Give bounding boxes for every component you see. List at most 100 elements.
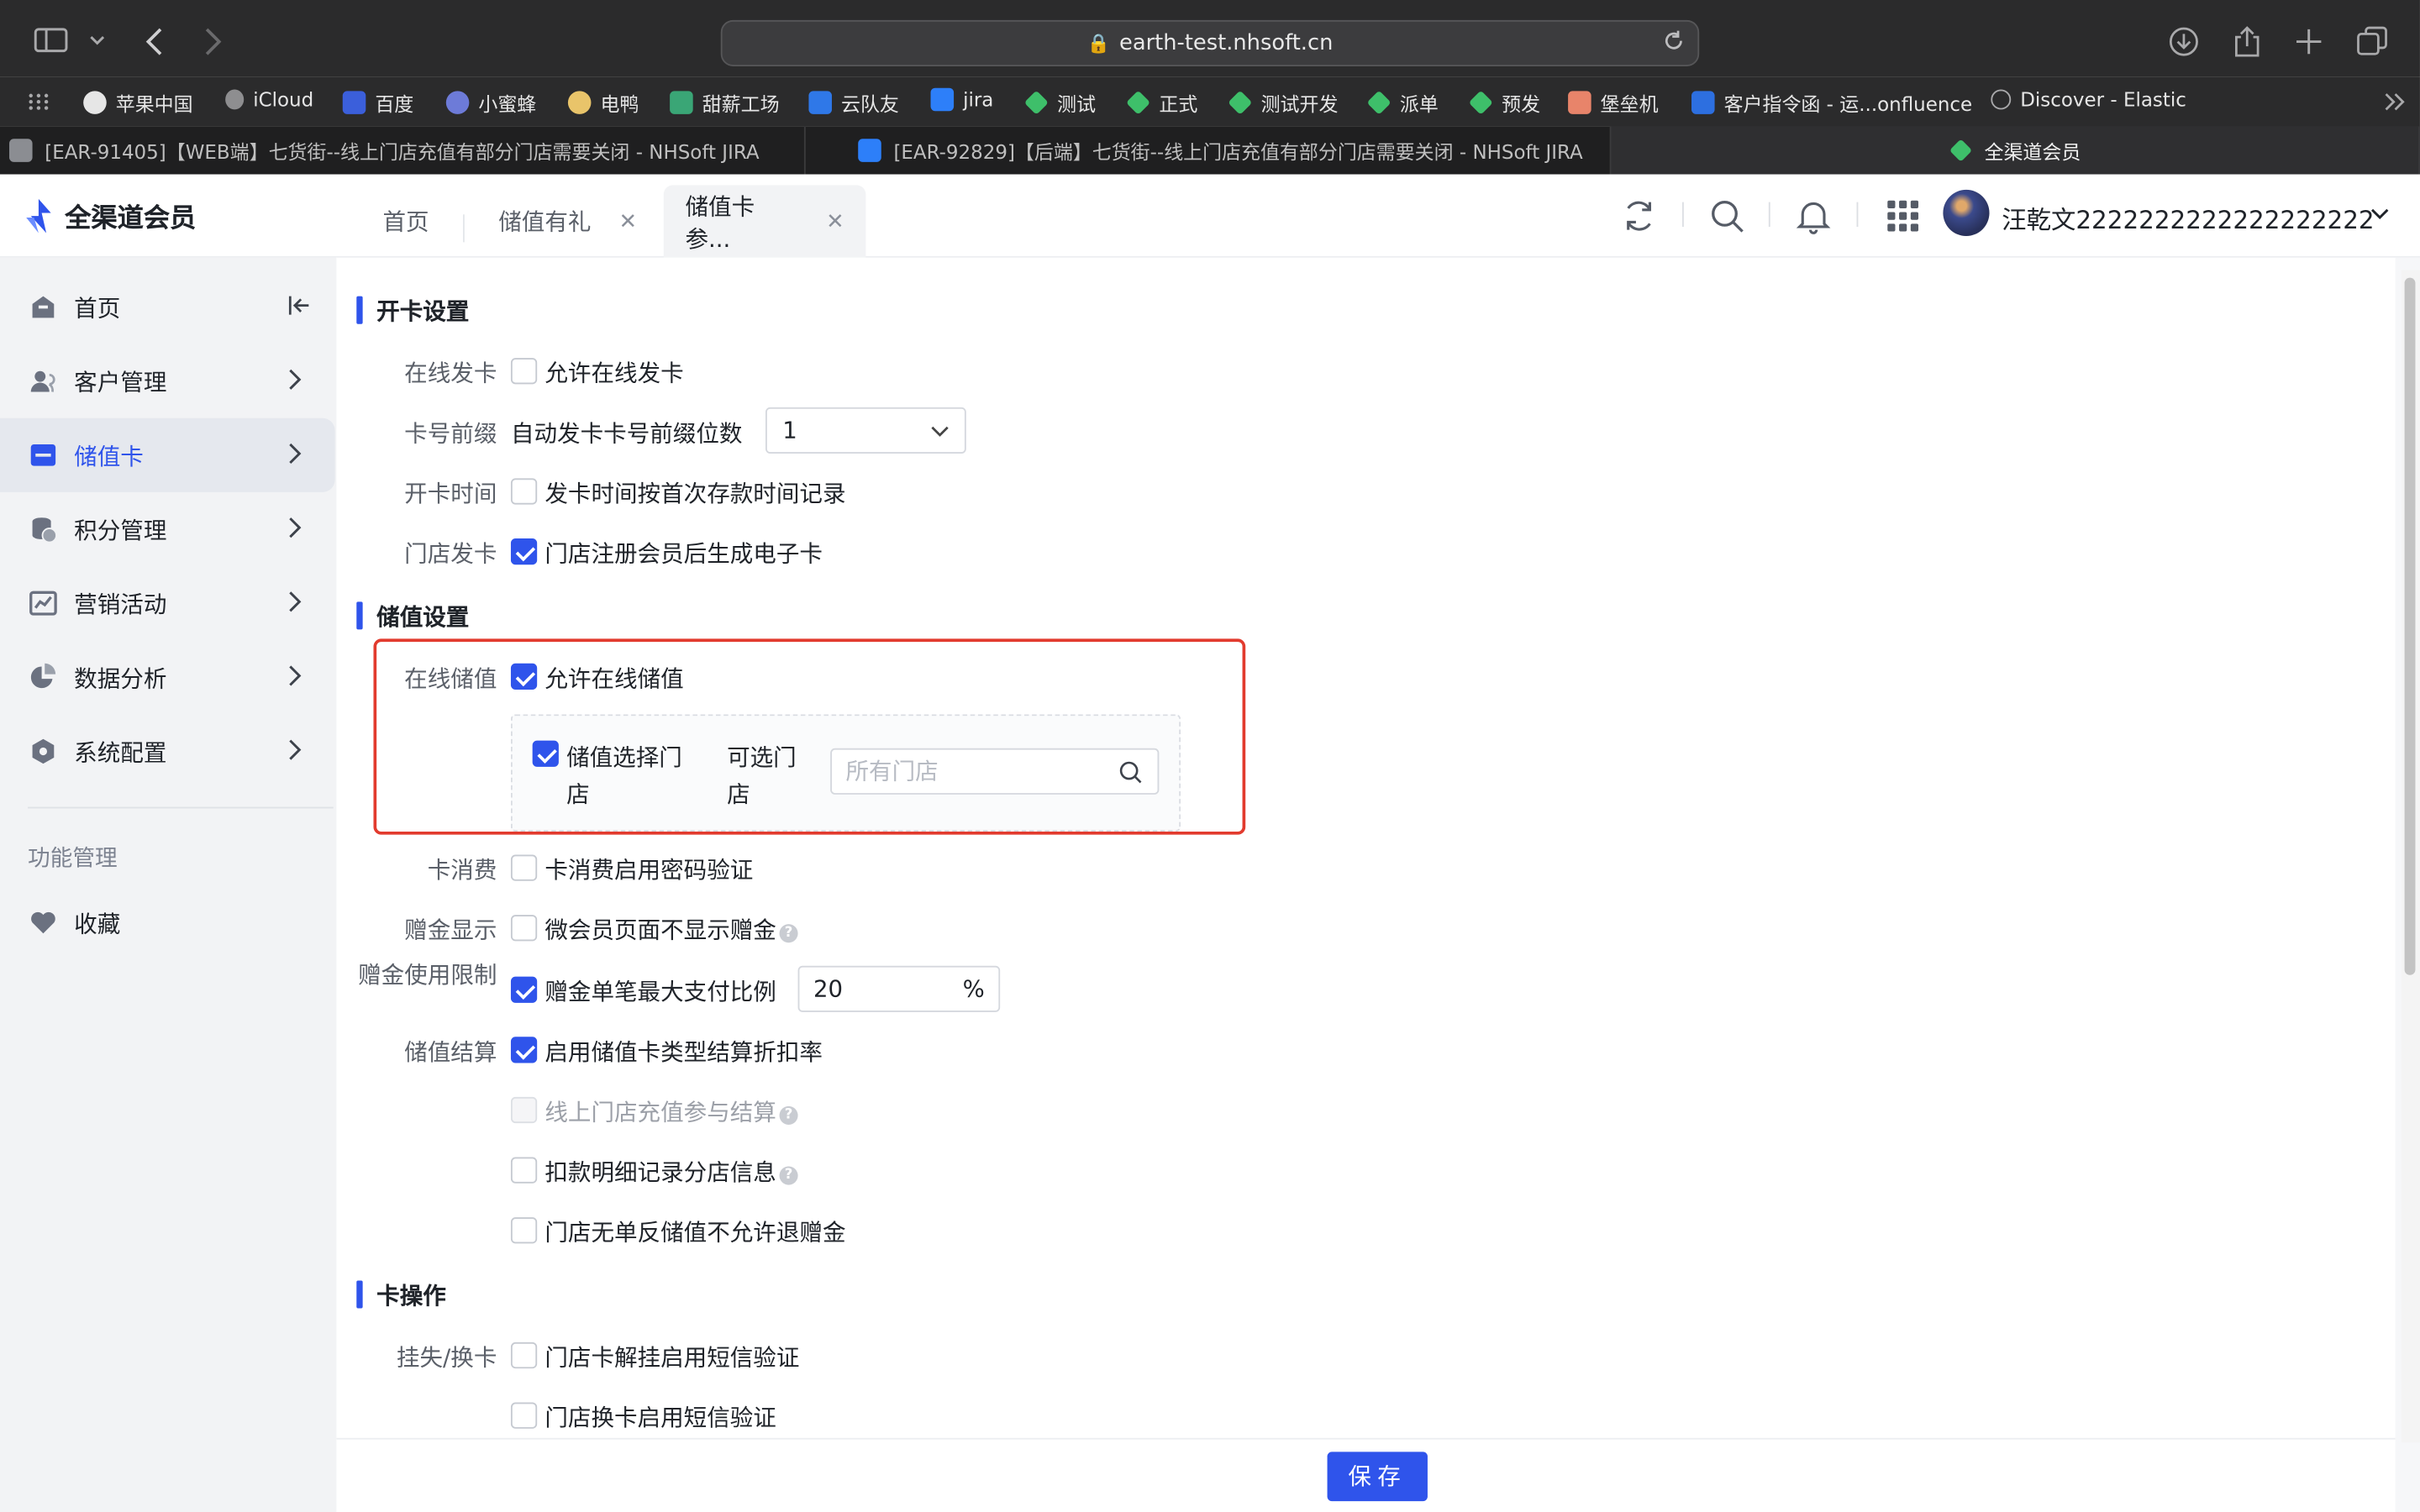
store-issue-checkbox[interactable] bbox=[510, 538, 538, 565]
gift-display-checkbox[interactable] bbox=[510, 915, 538, 942]
search-icon[interactable] bbox=[1118, 759, 1144, 785]
tab-stored-gift[interactable]: 储值有礼 ✕ bbox=[498, 185, 637, 257]
deduct-branch-checkbox[interactable] bbox=[510, 1157, 538, 1184]
open-time-label: 开卡时间 bbox=[404, 480, 497, 508]
sidebar-item-favorites[interactable]: 收藏 bbox=[0, 885, 336, 959]
bookmark-apple-china[interactable]: 苹果中国 bbox=[83, 88, 193, 118]
address-bar[interactable]: 🔒 earth-test.nhsoft.cn bbox=[720, 19, 1700, 66]
sidebar-item-marketing[interactable]: 营销活动 bbox=[0, 566, 336, 640]
bookmark-test-dev[interactable]: 测试开发 bbox=[1228, 88, 1338, 118]
close-icon[interactable]: ✕ bbox=[826, 209, 844, 234]
percent-suffix: % bbox=[962, 974, 985, 1003]
forward-icon[interactable] bbox=[203, 28, 222, 55]
settings-panel: 开卡设置 在线发卡 允许在线发卡 卡号前缀 自动发卡卡号前缀位数 1 开卡时间 … bbox=[336, 257, 2396, 1440]
app-header: 全渠道会员 首页 储值有礼 ✕ 储值卡参... ✕ 汪乾文22222222222… bbox=[0, 174, 2420, 258]
header-divider bbox=[1682, 202, 1684, 227]
avatar[interactable] bbox=[1943, 189, 1990, 237]
sidebar-item-customers[interactable]: 客户管理 bbox=[0, 344, 336, 418]
search-icon[interactable] bbox=[1707, 196, 1747, 236]
back-icon[interactable] bbox=[145, 28, 164, 55]
download-icon[interactable] bbox=[2169, 26, 2200, 57]
user-icon bbox=[30, 370, 55, 392]
bookmark-tianxin[interactable]: 甜薪工场 bbox=[670, 88, 780, 118]
gift-display-text[interactable]: 微会员页面不显示赠金? bbox=[544, 913, 798, 946]
bookmark-icloud[interactable]: iCloud bbox=[225, 88, 313, 111]
online-recharge-settle-checkbox[interactable] bbox=[510, 1096, 538, 1124]
refresh-icon[interactable] bbox=[1619, 196, 1660, 236]
no-refund-gift-checkbox[interactable] bbox=[510, 1217, 538, 1244]
sidebar-item-home[interactable]: 首页 bbox=[0, 270, 336, 344]
save-button[interactable]: 保存 bbox=[1327, 1452, 1428, 1502]
settle-discount-text[interactable]: 启用储值卡类型结算折扣率 bbox=[544, 1035, 823, 1068]
share-icon[interactable] bbox=[2233, 24, 2261, 58]
sidebar-item-analytics[interactable]: 数据分析 bbox=[0, 640, 336, 714]
open-time-checkbox[interactable] bbox=[510, 478, 538, 505]
unlock-sms-text[interactable]: 门店卡解挂启用短信验证 bbox=[544, 1341, 799, 1373]
replace-sms-text[interactable]: 门店换卡启用短信验证 bbox=[544, 1401, 776, 1434]
help-icon[interactable]: ? bbox=[779, 924, 798, 943]
browser-tab-jira-web[interactable]: [EAR-91405]【WEB端】七货街--线上门店充值有部分门店需要关闭 - … bbox=[0, 126, 806, 175]
select-store-text[interactable]: 储值选择门店 bbox=[566, 739, 699, 813]
apps-grid-icon[interactable] bbox=[1883, 196, 1923, 236]
bookmark-test[interactable]: 测试 bbox=[1023, 88, 1096, 118]
bookmark-prerelease[interactable]: 预发 bbox=[1468, 88, 1540, 118]
sidebar-toggle-icon[interactable] bbox=[34, 28, 68, 53]
bookmark-dianya[interactable]: 电鸭 bbox=[567, 88, 639, 118]
no-refund-gift-text[interactable]: 门店无单反储值不允许退赠金 bbox=[544, 1215, 845, 1248]
browser-tab-active[interactable]: 全渠道会员 bbox=[1611, 126, 2420, 175]
bell-icon[interactable] bbox=[1793, 196, 1833, 236]
username[interactable]: 汪乾文2222222222222222222 bbox=[2002, 199, 2374, 236]
deduct-branch-text[interactable]: 扣款明细记录分店信息? bbox=[544, 1156, 798, 1189]
online-issue-checkbox[interactable] bbox=[510, 358, 538, 385]
card-consume-checkbox[interactable] bbox=[510, 854, 538, 881]
bookmark-jira[interactable]: jira bbox=[930, 87, 993, 112]
select-store-checkbox[interactable] bbox=[532, 740, 559, 767]
online-stored-checkbox[interactable] bbox=[510, 663, 538, 690]
chevron-down-icon[interactable] bbox=[90, 34, 105, 46]
help-icon[interactable]: ? bbox=[779, 1166, 798, 1185]
header-divider bbox=[1768, 202, 1770, 227]
content-scrollbar[interactable] bbox=[2401, 270, 2420, 1443]
scrollbar-thumb[interactable] bbox=[2404, 277, 2416, 975]
gift-limit-checkbox[interactable] bbox=[510, 976, 538, 1003]
open-time-text[interactable]: 发卡时间按首次存款时间记录 bbox=[544, 477, 845, 510]
card-consume-text[interactable]: 卡消费启用密码验证 bbox=[544, 853, 753, 886]
bookmark-baidu[interactable]: 百度 bbox=[342, 88, 413, 118]
bookmark-dispatch[interactable]: 派单 bbox=[1366, 88, 1439, 118]
tab-card-params[interactable]: 储值卡参... ✕ bbox=[663, 185, 866, 258]
sidebar-item-stored-card[interactable]: 储值卡 bbox=[0, 417, 335, 492]
more-bookmarks-icon[interactable] bbox=[2385, 92, 2407, 111]
tab-home[interactable]: 首页 bbox=[383, 185, 429, 257]
settle-label: 储值结算 bbox=[404, 1038, 497, 1067]
browser-tab-jira-backend[interactable]: [EAR-92829]【后端】七货街--线上门店充值有部分门店需要关闭 - NH… bbox=[806, 126, 1612, 175]
gift-limit-input[interactable]: 20 % bbox=[797, 965, 1001, 1012]
online-issue-text[interactable]: 允许在线发卡 bbox=[544, 356, 683, 389]
online-stored-text[interactable]: 允许在线储值 bbox=[544, 662, 683, 695]
collapse-sidebar-icon[interactable] bbox=[287, 290, 312, 321]
bookmark-prod[interactable]: 正式 bbox=[1125, 88, 1197, 118]
bookmark-confluence[interactable]: 客户指令函 - 运...onfluence bbox=[1691, 88, 1972, 118]
sidebar-item-system-config[interactable]: 系统配置 bbox=[0, 714, 336, 788]
store-search-input[interactable]: 所有门店 bbox=[830, 748, 1160, 795]
apps-grid-icon[interactable] bbox=[28, 92, 50, 111]
settle-discount-checkbox[interactable] bbox=[510, 1037, 538, 1063]
bookmark-xiaomifeng[interactable]: 小蜜蜂 bbox=[445, 88, 536, 118]
bookmark-bastion[interactable]: 堡垒机 bbox=[1568, 88, 1659, 118]
app-logo[interactable]: 全渠道会员 bbox=[24, 196, 196, 234]
help-icon[interactable]: ? bbox=[779, 1105, 798, 1125]
unlock-sms-checkbox[interactable] bbox=[510, 1341, 538, 1369]
chevron-down-icon[interactable] bbox=[2370, 208, 2389, 221]
new-tab-icon[interactable] bbox=[2295, 28, 2323, 55]
bookmark-elastic[interactable]: Discover - Elastic bbox=[1991, 88, 2186, 111]
bookmark-yunduiyou[interactable]: 云队友 bbox=[808, 88, 899, 118]
chevron-right-icon bbox=[289, 517, 302, 538]
replace-sms-checkbox[interactable] bbox=[510, 1402, 538, 1429]
gift-limit-text[interactable]: 赠金单笔最大支付比例 bbox=[544, 975, 776, 1008]
tab-overview-icon[interactable] bbox=[2357, 26, 2388, 57]
prefix-digits-select[interactable]: 1 bbox=[765, 407, 966, 454]
reload-icon[interactable] bbox=[1662, 29, 1686, 53]
store-issue-text[interactable]: 门店注册会员后生成电子卡 bbox=[544, 537, 823, 570]
coins-icon bbox=[32, 517, 57, 543]
close-icon[interactable]: ✕ bbox=[619, 209, 638, 234]
sidebar-item-points[interactable]: 积分管理 bbox=[0, 492, 336, 566]
